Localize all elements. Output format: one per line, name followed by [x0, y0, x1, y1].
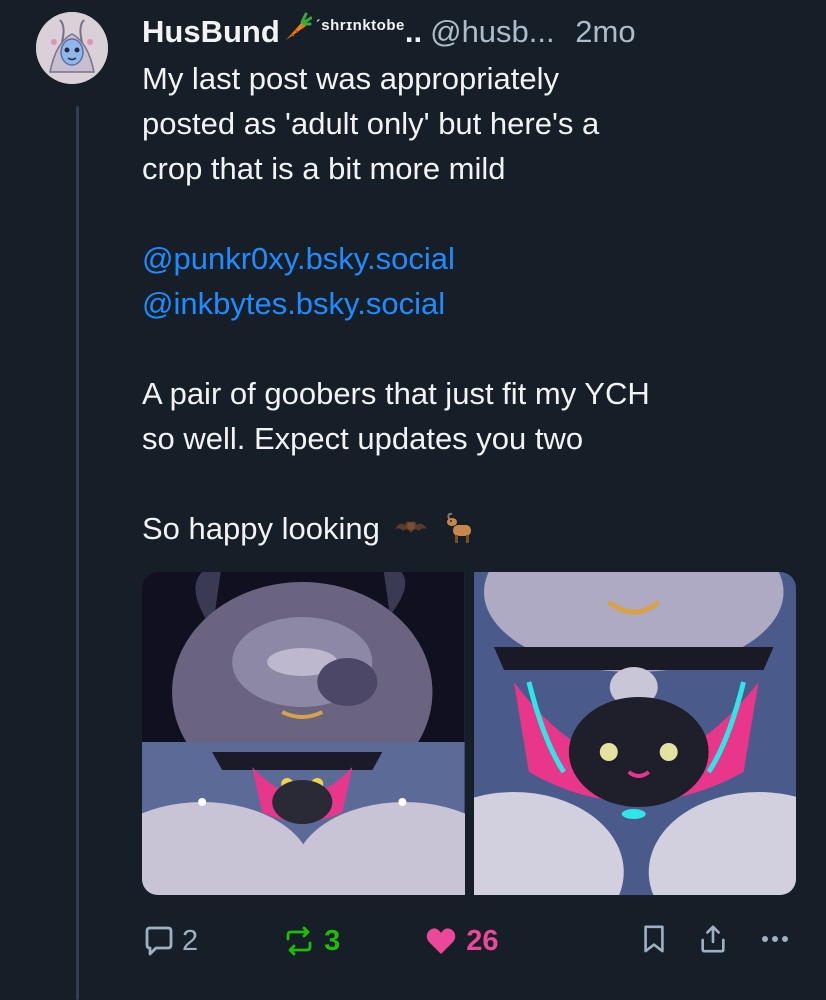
post-time[interactable]: 2mo — [575, 10, 635, 54]
repost-icon — [286, 926, 312, 956]
like-button[interactable]: 26 — [424, 924, 499, 958]
share-icon — [701, 925, 725, 952]
post-header: HusBund ˊshrɪnktobe .. @husb... 2mo — [142, 10, 812, 54]
avatar-image — [36, 12, 108, 84]
thread-line — [76, 106, 79, 1000]
author-handle[interactable]: @husb... — [430, 10, 555, 54]
post-actions: 2 3 26 — [142, 918, 792, 964]
mention-link[interactable]: @inkbytes.bsky.social — [142, 286, 445, 321]
repost-button[interactable]: 3 — [282, 924, 340, 958]
post-text-line: A pair of goobers that just fit my YCH — [142, 376, 650, 411]
post-image-1 — [142, 572, 465, 895]
heart-icon — [426, 928, 456, 954]
post-content: HusBund ˊshrɪnktobe .. @husb... 2mo My l… — [142, 10, 812, 551]
display-name[interactable]: HusBund — [142, 10, 280, 54]
separator — [559, 10, 568, 54]
secondary-actions — [640, 922, 792, 961]
reply-count: 2 — [182, 924, 199, 957]
post-text: My last post was appropriately posted as… — [142, 56, 812, 551]
mention-link[interactable]: @punkr0xy.bsky.social — [142, 241, 455, 276]
avatar[interactable] — [36, 12, 108, 84]
post-text-line: So happy looking — [142, 511, 380, 546]
bookmark-button[interactable] — [640, 923, 668, 960]
post-image[interactable] — [142, 572, 465, 895]
reply-button[interactable]: 2 — [142, 924, 198, 958]
more-options-button[interactable] — [758, 922, 792, 961]
bookmark-icon — [644, 925, 664, 952]
media-grid — [142, 572, 796, 895]
goat-emoji-icon — [443, 511, 477, 545]
reply-icon — [145, 926, 173, 956]
post-text-line: posted as 'adult only' but here's a — [142, 106, 600, 141]
post-text-line: My last post was appropriately — [142, 61, 559, 96]
carrot-emoji-icon — [282, 10, 313, 40]
share-button[interactable] — [698, 923, 728, 960]
like-count: 26 — [466, 924, 499, 957]
post-text-line: crop that is a bit more mild — [142, 151, 506, 186]
more-icon — [762, 935, 788, 942]
bat-emoji-icon — [394, 511, 428, 545]
post-text-line: so well. Expect updates you two — [142, 421, 584, 456]
post-image-2 — [473, 572, 796, 895]
post-image[interactable] — [473, 572, 796, 895]
display-name-suffix: ˊshrɪnktobe — [315, 17, 405, 34]
name-ellipsis: .. — [404, 14, 423, 49]
repost-count: 3 — [324, 924, 341, 957]
